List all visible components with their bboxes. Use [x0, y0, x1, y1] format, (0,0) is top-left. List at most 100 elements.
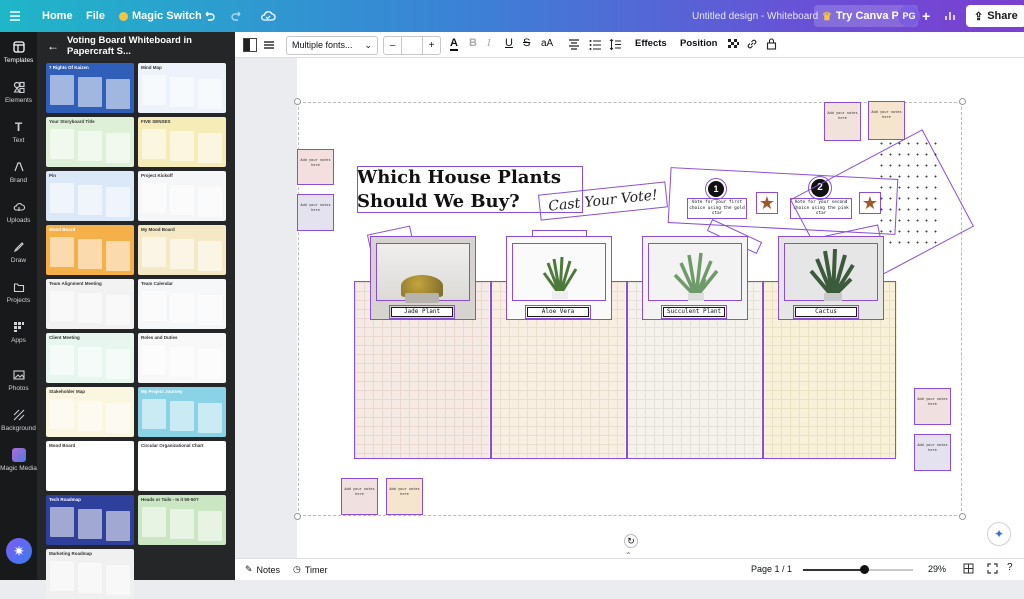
thumbnail-block — [78, 239, 102, 269]
rotate-handle-icon[interactable]: ↻ — [624, 534, 638, 548]
font-size-decrease-button[interactable]: – — [384, 37, 402, 54]
plant-label-succulent[interactable]: Succulent Plant — [661, 305, 727, 319]
template-thumbnail[interactable]: My Project Journey — [138, 387, 226, 437]
help-icon[interactable]: ? — [1007, 562, 1013, 573]
rail-draw[interactable]: Draw — [0, 240, 37, 264]
template-thumbnail[interactable]: Roles and Duties — [138, 333, 226, 383]
analytics-icon[interactable] — [944, 0, 956, 32]
link-icon[interactable] — [746, 38, 758, 53]
back-arrow-icon[interactable]: ← — [47, 39, 59, 53]
add-collaborator-icon[interactable]: + — [922, 0, 930, 32]
resize-handle[interactable] — [959, 98, 966, 105]
underline-icon[interactable]: U — [505, 37, 513, 49]
rail-projects[interactable]: Projects — [0, 280, 37, 304]
rail-magic-media[interactable]: Magic Media — [0, 448, 37, 472]
share-button[interactable]: ⇪ Share — [966, 5, 1024, 27]
timer-button[interactable]: ◷ Timer — [293, 564, 328, 575]
sticky-note[interactable]: Add your notes here — [824, 102, 861, 141]
text-icon: T — [14, 120, 23, 134]
menu-icon[interactable] — [8, 0, 22, 32]
letter-case-icon[interactable]: aA — [541, 38, 553, 49]
zoom-slider[interactable] — [803, 565, 913, 574]
sticky-note[interactable]: Add your notes here — [914, 388, 951, 425]
sticky-note[interactable]: Add your notes here — [297, 149, 334, 185]
font-size-input[interactable] — [402, 37, 422, 54]
fullscreen-icon[interactable] — [987, 563, 998, 576]
plant-label-aloe[interactable]: Aloe Vera — [525, 305, 591, 319]
avatar[interactable]: PG — [898, 5, 920, 27]
notes-button[interactable]: ✎ Notes — [245, 564, 280, 575]
sticky-note[interactable]: Add your notes here — [341, 478, 378, 515]
zoom-level[interactable]: 29% — [928, 564, 946, 574]
sticky-note[interactable]: Add your notes here — [386, 478, 423, 515]
sticky-note[interactable]: Add your notes here — [914, 434, 951, 471]
template-thumbnail[interactable]: Mind Map — [138, 63, 226, 113]
strikethrough-icon[interactable]: S — [523, 37, 530, 49]
whiteboard-page[interactable]: Which House Plants Should We Buy? Cast Y… — [294, 58, 1024, 558]
thumbnail-block — [142, 75, 166, 105]
template-thumbnail[interactable]: My Mood Board — [138, 225, 226, 275]
magic-assistant-icon[interactable]: ✷ — [6, 538, 32, 564]
step-1-badge: 1 — [705, 178, 727, 200]
template-thumbnail[interactable]: Team Calendar — [138, 279, 226, 329]
template-thumbnail[interactable]: Tech Roadmap — [46, 495, 134, 545]
plant-label-cactus[interactable]: Cactus — [793, 305, 859, 319]
rail-brand[interactable]: Brand — [0, 160, 37, 184]
position-button[interactable]: Position — [680, 38, 717, 49]
line-spacing-icon[interactable] — [609, 38, 621, 53]
rail-apps[interactable]: Apps — [0, 320, 37, 344]
template-thumbnail[interactable]: Mood Board — [46, 225, 134, 275]
sticky-note[interactable]: Add your notes here — [297, 194, 334, 231]
template-thumbnail[interactable]: FIVE SENSES — [138, 117, 226, 167]
italic-icon[interactable]: I — [487, 37, 491, 49]
lock-icon[interactable] — [766, 38, 777, 53]
thumbnail-block — [198, 133, 222, 163]
font-size-increase-button[interactable]: + — [422, 37, 440, 54]
gold-star-icon[interactable]: ★ — [756, 192, 778, 214]
thumbnail-block — [142, 237, 166, 267]
sticky-note[interactable]: Add your notes here — [868, 101, 905, 140]
rail-background[interactable]: Background — [0, 408, 37, 432]
rail-text[interactable]: T Text — [0, 120, 37, 144]
resize-handle[interactable] — [294, 98, 301, 105]
grid-view-icon[interactable] — [963, 563, 974, 576]
template-thumbnail[interactable]: Pin — [46, 171, 134, 221]
template-thumbnail[interactable]: Your Storyboard Title — [46, 117, 134, 167]
page-indicator[interactable]: Page 1 / 1 — [751, 564, 792, 574]
home-button[interactable]: Home — [42, 0, 73, 32]
undo-icon[interactable] — [202, 0, 216, 32]
zoom-slider-knob[interactable] — [859, 565, 869, 574]
template-thumbnail[interactable]: Stakeholder Map — [46, 387, 134, 437]
template-thumbnail[interactable]: Circular Organizational Chart — [138, 441, 226, 491]
text-color-icon[interactable]: A — [450, 37, 458, 51]
bullet-list-icon[interactable] — [589, 39, 601, 53]
rail-templates[interactable]: Templates — [0, 40, 37, 64]
resize-handle[interactable] — [959, 513, 966, 520]
template-thumbnail[interactable]: Team Alignment Meeting — [46, 279, 134, 329]
transparency-icon[interactable] — [728, 39, 739, 53]
template-thumbnail[interactable]: Client Meeting — [46, 333, 134, 383]
document-title[interactable]: Untitled design - Whiteboard — [692, 0, 818, 32]
rail-uploads[interactable]: Uploads — [0, 200, 37, 224]
resize-handle[interactable] — [294, 513, 301, 520]
cloud-save-icon[interactable] — [260, 0, 276, 32]
rail-elements[interactable]: Elements — [0, 80, 37, 104]
template-thumbnail[interactable]: Mood Board — [46, 441, 134, 491]
rail-photos[interactable]: Photos — [0, 368, 37, 392]
template-thumbnail[interactable]: Heads or Tails - Is it 50-50? — [138, 495, 226, 545]
border-style-icon[interactable] — [263, 38, 275, 55]
file-menu[interactable]: File — [86, 0, 105, 32]
template-thumbnail[interactable]: 7 Rights Of Kaizen — [46, 63, 134, 113]
magic-assist-icon[interactable]: ✦ — [987, 522, 1011, 546]
effects-button[interactable]: Effects — [635, 38, 667, 49]
redo-icon[interactable] — [230, 0, 244, 32]
bold-icon[interactable]: B — [469, 37, 477, 49]
color-swatch[interactable] — [243, 38, 257, 52]
template-thumbnail-title: Marketing Roadmap — [49, 551, 93, 556]
template-thumbnail[interactable]: Marketing Roadmap — [46, 549, 134, 599]
magic-switch-button[interactable]: Magic Switch — [119, 0, 202, 32]
template-thumbnail[interactable]: Project Kickoff — [138, 171, 226, 221]
font-family-dropdown[interactable]: Multiple fonts... ⌄ — [286, 36, 378, 55]
plant-label-jade[interactable]: Jade Plant — [389, 305, 455, 319]
align-center-icon[interactable] — [568, 39, 580, 53]
